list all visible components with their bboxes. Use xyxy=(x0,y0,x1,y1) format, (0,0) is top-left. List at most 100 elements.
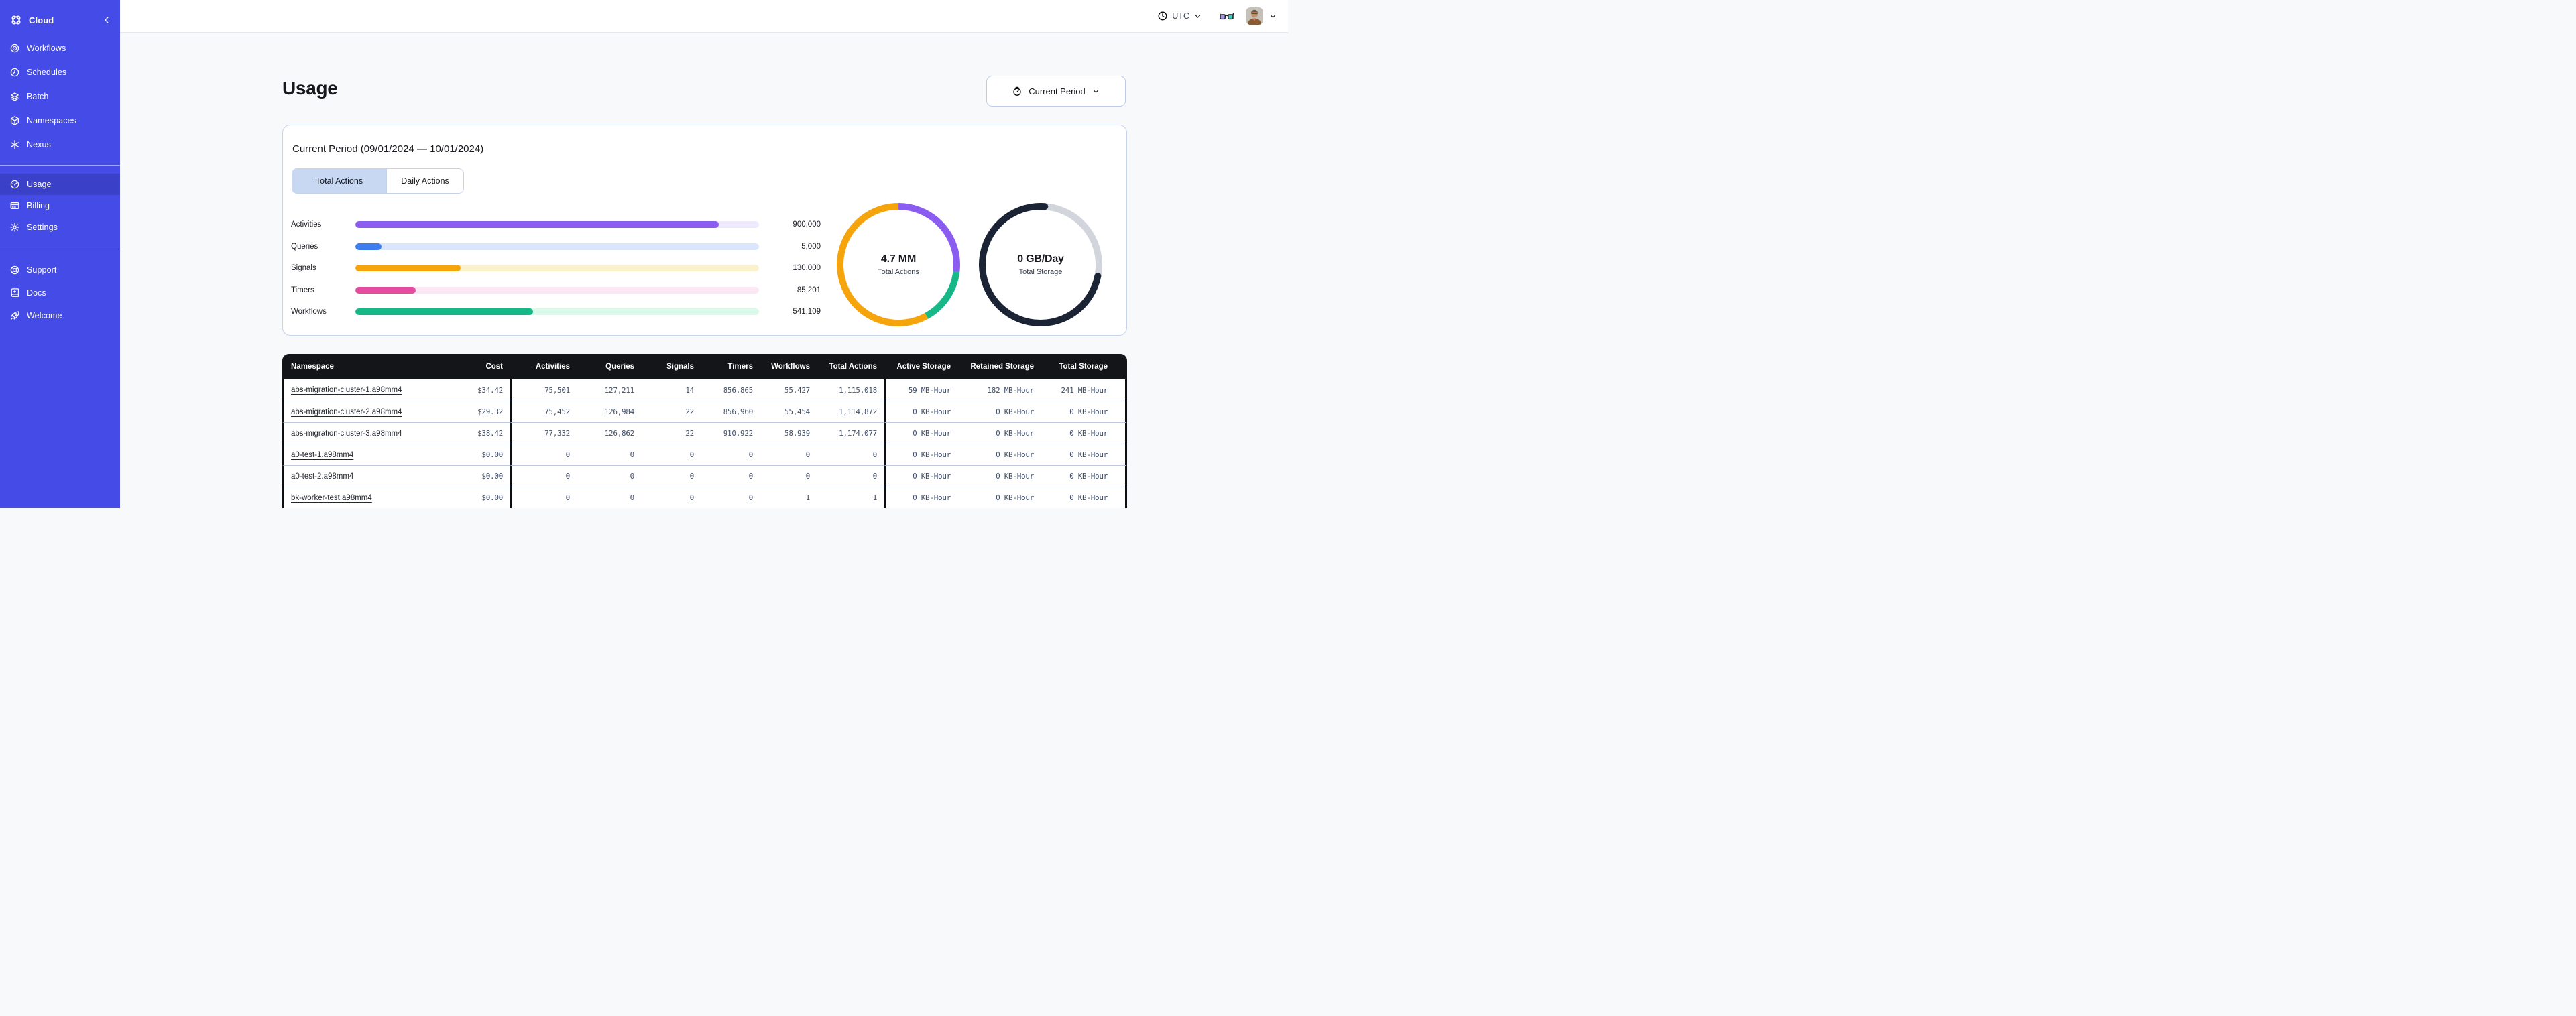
sidebar-item-label: Nexus xyxy=(27,140,51,149)
timezone-selector[interactable]: UTC xyxy=(1157,11,1202,21)
sidebar-item-billing[interactable]: Billing xyxy=(0,195,120,216)
total-actions-donut: 4.7 MM Total Actions xyxy=(837,203,960,326)
usage-bar-chart: Activities 900,000 Queries 5,000 Signals 130,… xyxy=(291,214,821,323)
welcome-icon xyxy=(9,310,20,321)
sidebar-item-label: Support xyxy=(27,265,57,275)
namespace-link[interactable]: a0-test-2.a98mm4 xyxy=(291,472,353,481)
bar-track xyxy=(355,308,759,316)
batch-icon xyxy=(9,91,20,102)
cell-cost: $0.00 xyxy=(420,465,510,487)
cell-queries: 0 xyxy=(577,444,641,465)
table-row: abs-migration-cluster-3.a98mm4 $38.42 77,3… xyxy=(282,422,1127,444)
cell-activities: 0 xyxy=(510,465,577,487)
brand-label: Cloud xyxy=(29,15,54,25)
cell-timers: 910,922 xyxy=(701,422,760,444)
cell-workflows: 55,427 xyxy=(760,379,817,401)
chevron-down-icon xyxy=(1092,87,1100,96)
cell-retained-storage: 0 KB-Hour xyxy=(957,422,1041,444)
sidebar-item-usage[interactable]: Usage xyxy=(0,174,120,195)
sidebar-item-nexus[interactable]: Nexus xyxy=(0,133,120,157)
sidebar-item-workflows[interactable]: Workflows xyxy=(0,36,120,60)
glasses-icon xyxy=(1220,11,1234,21)
sidebar-collapse-button[interactable] xyxy=(101,15,112,25)
namespace-cell: bk-worker-test.a98mm4 xyxy=(282,487,420,508)
donut-sublabel: Total Storage xyxy=(1018,268,1063,276)
sidebar-brand[interactable]: Cloud xyxy=(0,7,120,34)
cell-workflows: 0 xyxy=(760,465,817,487)
table-row: bk-worker-test.a98mm4 $0.00 0 0 0 0 1 1 0 KB-Hou… xyxy=(282,487,1127,508)
bar-fill xyxy=(355,221,719,229)
cell-timers: 856,865 xyxy=(701,379,760,401)
cell-activities: 75,501 xyxy=(510,379,577,401)
nexus-icon xyxy=(9,139,20,150)
sidebar-item-support[interactable]: Support xyxy=(0,259,120,281)
sidebar-item-batch[interactable]: Batch xyxy=(0,84,120,109)
namespace-cell: a0-test-2.a98mm4 xyxy=(282,465,420,487)
tab-total-actions[interactable]: Total Actions xyxy=(292,169,386,193)
cell-total-actions: 1,174,077 xyxy=(817,422,884,444)
sidebar-item-namespaces[interactable]: Namespaces xyxy=(0,109,120,133)
cell-timers: 856,960 xyxy=(701,401,760,422)
table-row: abs-migration-cluster-1.a98mm4 $34.42 75,5… xyxy=(282,379,1127,401)
column-header-activities: Activities xyxy=(510,354,577,379)
namespace-usage-table: Namespace Cost Activities Queries Signals Tim… xyxy=(282,354,1127,508)
cell-total-actions: 1 xyxy=(817,487,884,508)
column-header-signals: Signals xyxy=(641,354,701,379)
cell-retained-storage: 0 KB-Hour xyxy=(957,487,1041,508)
sidebar-item-docs[interactable]: Docs xyxy=(0,281,120,304)
namespace-link[interactable]: abs-migration-cluster-2.a98mm4 xyxy=(291,408,402,416)
usage-bar-row-activities: Activities 900,000 xyxy=(291,214,821,236)
cell-workflows: 58,939 xyxy=(760,422,817,444)
table-header-row: Namespace Cost Activities Queries Signals Tim… xyxy=(282,354,1127,379)
bar-value: 541,109 xyxy=(793,308,821,316)
cell-cost: $38.42 xyxy=(420,422,510,444)
bar-track xyxy=(355,221,759,229)
cell-active-storage: 0 KB-Hour xyxy=(884,465,957,487)
column-header-total-actions: Total Actions xyxy=(817,354,884,379)
sidebar-item-label: Welcome xyxy=(27,311,62,320)
cell-activities: 0 xyxy=(510,444,577,465)
cell-queries: 126,862 xyxy=(577,422,641,444)
sidebar-item-label: Schedules xyxy=(27,68,67,77)
sidebar-item-welcome[interactable]: Welcome xyxy=(0,304,120,327)
user-avatar[interactable] xyxy=(1246,7,1263,25)
account-menu-chevron-down-icon[interactable] xyxy=(1269,12,1277,21)
sidebar-group-1: Usage Billing Settings xyxy=(0,165,120,249)
cell-signals: 0 xyxy=(641,487,701,508)
sidebar-nav: Workflows Schedules Batch Namespaces Nexus Us… xyxy=(0,36,120,327)
demo-glasses-button[interactable] xyxy=(1220,11,1234,21)
usage-icon xyxy=(9,179,20,190)
cell-active-storage: 0 KB-Hour xyxy=(884,487,957,508)
usage-donut-charts: 4.7 MM Total Actions 0 GB/Day Total Storage xyxy=(837,203,1102,326)
namespace-link[interactable]: abs-migration-cluster-3.a98mm4 xyxy=(291,430,402,438)
cell-total-storage: 0 KB-Hour xyxy=(1041,465,1127,487)
bar-fill xyxy=(355,286,416,294)
column-header-cost: Cost xyxy=(420,354,510,379)
namespaces-icon xyxy=(9,115,20,126)
cell-signals: 0 xyxy=(641,444,701,465)
bar-label: Activities xyxy=(291,220,322,229)
period-selector-button[interactable]: Current Period xyxy=(986,76,1126,107)
tab-daily-actions[interactable]: Daily Actions xyxy=(386,169,463,193)
usage-bar-row-signals: Signals 130,000 xyxy=(291,257,821,279)
cell-signals: 22 xyxy=(641,422,701,444)
bar-fill xyxy=(355,243,382,250)
cell-timers: 0 xyxy=(701,465,760,487)
sidebar-item-settings[interactable]: Settings xyxy=(0,216,120,238)
namespace-cell: abs-migration-cluster-1.a98mm4 xyxy=(282,379,420,401)
bar-track xyxy=(355,286,759,294)
stopwatch-icon xyxy=(1012,86,1022,97)
cell-workflows: 55,454 xyxy=(760,401,817,422)
cell-signals: 0 xyxy=(641,465,701,487)
namespace-link[interactable]: bk-worker-test.a98mm4 xyxy=(291,494,372,502)
cell-total-storage: 0 KB-Hour xyxy=(1041,444,1127,465)
usage-bar-row-queries: Queries 5,000 xyxy=(291,236,821,258)
cell-total-actions: 1,114,872 xyxy=(817,401,884,422)
namespace-cell: abs-migration-cluster-3.a98mm4 xyxy=(282,422,420,444)
namespace-link[interactable]: a0-test-1.a98mm4 xyxy=(291,451,353,459)
table-row: a0-test-1.a98mm4 $0.00 0 0 0 0 0 0 0 KB-Hour 0 KB… xyxy=(282,444,1127,465)
cell-total-storage: 241 MB-Hour xyxy=(1041,379,1127,401)
cell-cost: $29.32 xyxy=(420,401,510,422)
sidebar-item-schedules[interactable]: Schedules xyxy=(0,60,120,84)
namespace-link[interactable]: abs-migration-cluster-1.a98mm4 xyxy=(291,386,402,394)
